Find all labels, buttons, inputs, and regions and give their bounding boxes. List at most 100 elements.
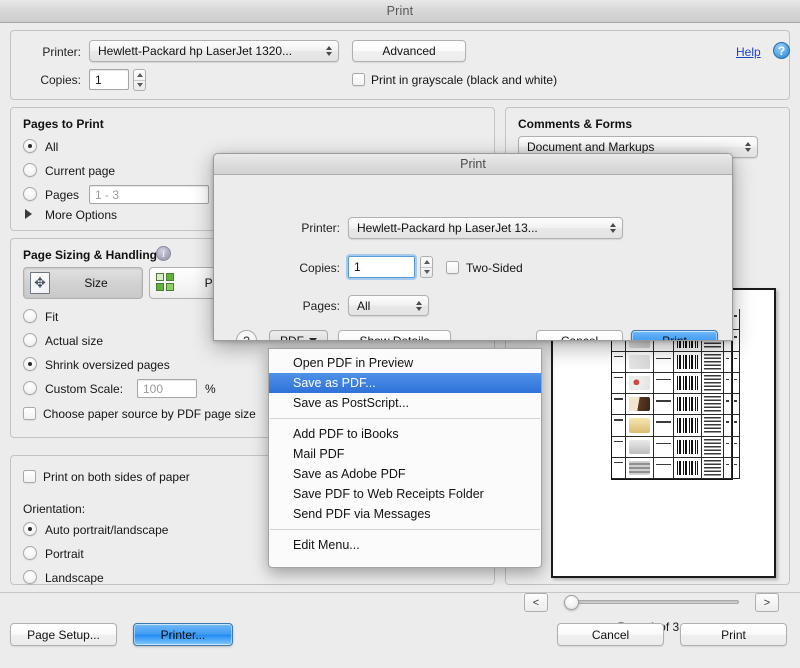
radio-auto-orientation[interactable]	[23, 522, 37, 536]
sheet-pages-label: Pages:	[302, 299, 340, 313]
page-slider-track[interactable]	[564, 600, 739, 604]
pdf-dropdown-menu: Open PDF in Preview Save as PDF... Save …	[268, 348, 542, 568]
menu-item-save-as-postscript[interactable]: Save as PostScript...	[269, 393, 541, 413]
outer-print-button[interactable]: Print	[680, 623, 787, 646]
custom-scale-input[interactable]: 100	[137, 379, 197, 398]
radio-actual-size[interactable]	[23, 333, 37, 347]
size-icon	[30, 272, 50, 294]
paper-source-checkbox-label: Choose paper source by PDF page size	[43, 407, 256, 421]
footer-divider	[0, 592, 800, 593]
print-dialog-window: Print Printer: Hewlett-Packard hp LaserJ…	[0, 0, 800, 668]
pdf-button-label: PDF	[280, 333, 304, 341]
menu-item-open-pdf-in-preview[interactable]: Open PDF in Preview	[269, 353, 541, 373]
radio-portrait[interactable]	[23, 546, 37, 560]
sheet-pages-value: All	[357, 298, 371, 313]
prev-page-button[interactable]: <	[524, 593, 548, 612]
menu-item-add-pdf-to-ibooks[interactable]: Add PDF to iBooks	[269, 424, 541, 444]
copies-stepper-down[interactable]	[134, 81, 145, 91]
sheet-print-button[interactable]: Print	[631, 330, 718, 340]
sheet-printer-select[interactable]: Hewlett-Packard hp LaserJet 13...	[348, 217, 623, 239]
radio-shrink-oversized[interactable]	[23, 357, 37, 371]
radio-actual-size-label: Actual size	[45, 334, 104, 348]
outer-cancel-button[interactable]: Cancel	[557, 623, 664, 646]
menu-item-label: Save as PostScript...	[293, 396, 410, 410]
both-sides-checkbox-label: Print on both sides of paper	[43, 470, 190, 484]
copies-stepper[interactable]	[133, 69, 146, 91]
menu-item-edit-menu[interactable]: Edit Menu...	[269, 535, 541, 555]
size-tool-button[interactable]: Size	[23, 267, 143, 299]
grayscale-checkbox-label: Print in grayscale (black and white)	[371, 73, 558, 87]
sheet-copies-value: 1	[354, 260, 361, 274]
page-setup-button[interactable]: Page Setup...	[10, 623, 117, 646]
percent-sign: %	[205, 382, 216, 396]
copies-stepper-up[interactable]	[134, 70, 145, 81]
radio-pages[interactable]	[23, 187, 37, 201]
sheet-cancel-button[interactable]: Cancel	[536, 330, 623, 340]
menu-item-mail-pdf[interactable]: Mail PDF	[269, 444, 541, 464]
sheet-printer-value: Hewlett-Packard hp LaserJet 13...	[357, 221, 538, 235]
radio-all[interactable]	[23, 139, 37, 153]
menu-item-send-pdf-via-messages[interactable]: Send PDF via Messages	[269, 504, 541, 524]
chevron-right-icon[interactable]	[25, 209, 32, 219]
next-page-label: >	[763, 596, 771, 609]
radio-landscape[interactable]	[23, 570, 37, 584]
radio-pages-label: Pages	[45, 188, 80, 202]
more-options-label[interactable]: More Options	[45, 208, 117, 222]
poster-icon	[156, 273, 176, 293]
sheet-copies-stepper-up[interactable]	[421, 257, 432, 268]
help-icon-glyph: ?	[777, 43, 786, 58]
sheet-help-button[interactable]: ?	[236, 330, 257, 340]
print-sheet-content: Printer: Hewlett-Packard hp LaserJet 13.…	[214, 175, 732, 341]
info-icon-glyph: i	[161, 247, 166, 260]
menu-item-label: Save PDF to Web Receipts Folder	[293, 487, 484, 501]
radio-custom-scale[interactable]	[23, 381, 37, 395]
chevron-updown-icon	[414, 299, 423, 313]
radio-auto-orientation-label: Auto portrait/landscape	[45, 523, 169, 537]
menu-item-label: Open PDF in Preview	[293, 356, 414, 370]
pdf-button[interactable]: PDF	[269, 330, 328, 341]
radio-custom-scale-label: Custom Scale:	[45, 382, 124, 396]
info-icon[interactable]: i	[156, 246, 171, 261]
menu-item-label: Save as PDF...	[293, 376, 376, 390]
grayscale-checkbox[interactable]	[352, 73, 365, 86]
menu-item-label: Add PDF to iBooks	[293, 427, 399, 441]
print-sheet-dialog: Print Printer: Hewlett-Packard hp LaserJ…	[213, 153, 733, 341]
radio-current-page[interactable]	[23, 163, 37, 177]
copies-input-value: 1	[95, 72, 102, 87]
two-sided-checkbox-label: Two-Sided	[466, 261, 523, 275]
page-sizing-title: Page Sizing & Handling	[23, 248, 158, 262]
sheet-pages-select[interactable]: All	[348, 295, 429, 316]
menu-item-save-pdf-to-web-receipts-folder[interactable]: Save PDF to Web Receipts Folder	[269, 484, 541, 504]
next-page-button[interactable]: >	[755, 593, 779, 612]
outer-cancel-label: Cancel	[591, 627, 630, 642]
menu-item-save-as-adobe-pdf[interactable]: Save as Adobe PDF	[269, 464, 541, 484]
radio-all-label: All	[45, 140, 59, 154]
sheet-copies-stepper[interactable]	[420, 256, 433, 278]
menu-separator	[270, 418, 540, 419]
menu-item-label: Edit Menu...	[293, 538, 360, 552]
copies-label: Copies:	[40, 73, 81, 87]
menu-separator	[270, 529, 540, 530]
sheet-copies-input[interactable]: 1	[348, 256, 415, 278]
two-sided-checkbox[interactable]	[446, 261, 459, 274]
outer-print-label: Print	[721, 627, 746, 642]
chevron-updown-icon	[324, 44, 333, 58]
show-details-button[interactable]: Show Details	[338, 330, 451, 341]
printer-button[interactable]: Printer...	[133, 623, 233, 646]
advanced-button-label: Advanced	[382, 44, 436, 58]
menu-item-save-as-pdf[interactable]: Save as PDF...	[269, 373, 541, 393]
printer-select[interactable]: Hewlett-Packard hp LaserJet 1320...	[89, 40, 339, 62]
copies-input[interactable]: 1	[89, 69, 129, 90]
page-setup-label: Page Setup...	[27, 627, 100, 642]
advanced-button[interactable]: Advanced	[352, 40, 466, 62]
both-sides-checkbox[interactable]	[23, 470, 36, 483]
page-slider-knob[interactable]	[564, 595, 579, 610]
paper-source-checkbox[interactable]	[23, 407, 36, 420]
radio-fit[interactable]	[23, 309, 37, 323]
show-details-label: Show Details	[359, 333, 430, 341]
pages-range-input[interactable]: 1 - 3	[89, 185, 209, 204]
sheet-copies-stepper-down[interactable]	[421, 268, 432, 278]
pages-range-placeholder: 1 - 3	[95, 187, 120, 202]
help-link[interactable]: Help	[736, 45, 761, 59]
help-icon[interactable]: ?	[773, 42, 790, 59]
